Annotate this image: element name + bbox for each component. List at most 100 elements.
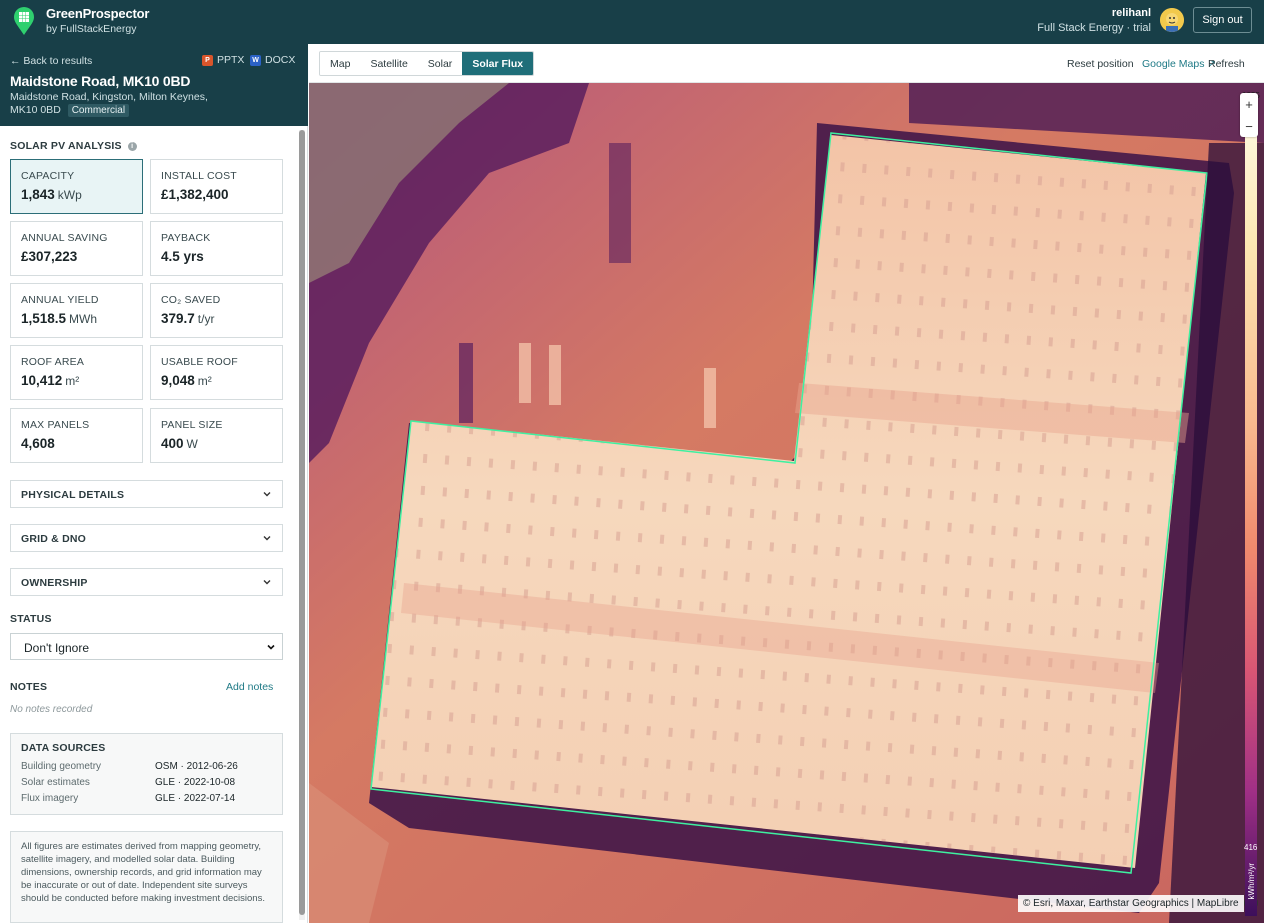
user-plan: Full Stack Energy · trial bbox=[1037, 22, 1151, 34]
tab-solar[interactable]: Solar bbox=[417, 52, 463, 75]
map-attribution: © Esri, Maxar, Earthstar Geographics | M… bbox=[1018, 895, 1244, 912]
zoom-in-button[interactable]: + bbox=[1240, 93, 1258, 115]
tab-map[interactable]: Map bbox=[320, 52, 361, 75]
accordion-ownership[interactable]: OWNERSHIP bbox=[10, 568, 283, 596]
flux-imagery[interactable] bbox=[309, 83, 1264, 923]
solar-flux-map[interactable]: © Esri, Maxar, Earthstar Geographics | M… bbox=[309, 83, 1264, 923]
status-label: STATUS bbox=[10, 613, 52, 625]
export-pptx-label: PPTX bbox=[217, 54, 245, 66]
user-info: relihanl Full Stack Energy · trial bbox=[1037, 7, 1151, 34]
metric-value: 10,412 m² bbox=[21, 373, 80, 388]
zoom-control: + − bbox=[1240, 93, 1258, 137]
metric-annual-yield[interactable]: ANNUAL YIELD 1,518.5 MWh bbox=[10, 283, 143, 338]
metric-value: 400 W bbox=[161, 436, 198, 451]
metric-value: 1,518.5 MWh bbox=[21, 311, 98, 326]
tab-solar-flux[interactable]: Solar Flux bbox=[462, 52, 534, 75]
site-header: ← Back to results P PPTX W DOCX Maidston… bbox=[0, 44, 308, 126]
metric-label: MAX PANELS bbox=[21, 419, 90, 431]
chevron-down-icon bbox=[267, 644, 275, 650]
user-name: relihanl bbox=[1111, 7, 1151, 19]
sign-out-button[interactable]: Sign out bbox=[1193, 7, 1252, 33]
metric-label: ROOF AREA bbox=[21, 356, 85, 368]
site-type-badge: Commercial bbox=[67, 104, 130, 117]
brand-tagline: by FullStackEnergy bbox=[46, 23, 137, 35]
metric-install-cost[interactable]: INSTALL COST £1,382,400 bbox=[150, 159, 283, 214]
analysis-heading: SOLAR PV ANALYSIS i bbox=[10, 140, 137, 152]
avatar-icon bbox=[1160, 8, 1184, 32]
avatar[interactable] bbox=[1160, 8, 1184, 32]
chevron-down-icon bbox=[263, 536, 271, 541]
metric-value: £307,223 bbox=[21, 249, 78, 264]
metric-value: £1,382,400 bbox=[161, 187, 229, 202]
analysis-heading-text: SOLAR PV ANALYSIS bbox=[10, 140, 122, 152]
notes-empty-text: No notes recorded bbox=[10, 704, 93, 715]
zoom-out-button[interactable]: − bbox=[1240, 115, 1258, 137]
brand-name: GreenProspector bbox=[46, 6, 150, 21]
flux-legend: 1035 416 kWh/m²/yr bbox=[1238, 88, 1264, 918]
add-notes-link[interactable]: Add notes bbox=[226, 681, 273, 693]
data-source-key: Flux imagery bbox=[21, 793, 79, 804]
accordion-label: GRID & DNO bbox=[21, 533, 86, 545]
reset-position-button[interactable]: Reset position bbox=[1067, 58, 1134, 70]
disclaimer-text: All figures are estimates derived from m… bbox=[10, 831, 283, 923]
data-source-value: GLE · 2022-07-14 bbox=[155, 793, 236, 804]
metric-label: CO₂ SAVED bbox=[161, 294, 221, 306]
metric-usable-roof[interactable]: USABLE ROOF 9,048 m² bbox=[150, 345, 283, 400]
metric-roof-area[interactable]: ROOF AREA 10,412 m² bbox=[10, 345, 143, 400]
legend-min-value: 416 bbox=[1244, 843, 1258, 852]
brand[interactable]: GreenProspector by FullStackEnergy bbox=[46, 6, 149, 35]
logo-icon bbox=[14, 7, 34, 35]
data-source-key: Building geometry bbox=[21, 761, 102, 772]
refresh-button[interactable]: Refresh bbox=[1208, 58, 1245, 70]
notes-label: NOTES bbox=[10, 681, 48, 693]
accordion-grid-dno[interactable]: GRID & DNO bbox=[10, 524, 283, 552]
data-source-key: Solar estimates bbox=[21, 777, 90, 788]
tab-satellite[interactable]: Satellite bbox=[360, 52, 418, 75]
legend-color-bar bbox=[1245, 96, 1257, 916]
data-source-value: GLE · 2022-10-08 bbox=[155, 777, 236, 788]
metric-capacity[interactable]: CAPACITY 1,843 kWp bbox=[10, 159, 143, 214]
pptx-icon: P bbox=[202, 54, 213, 66]
accordion-label: OWNERSHIP bbox=[21, 577, 88, 589]
metric-label: PAYBACK bbox=[161, 232, 211, 244]
top-bar: GreenProspector by FullStackEnergy relih… bbox=[0, 0, 1264, 44]
metric-value: 9,048 m² bbox=[161, 373, 212, 388]
site-address: Maidstone Road, Kingston, Milton Keynes,… bbox=[10, 91, 235, 117]
legend-unit: kWh/m²/yr bbox=[1247, 863, 1256, 900]
chevron-down-icon bbox=[263, 492, 271, 497]
metric-label: USABLE ROOF bbox=[161, 356, 238, 368]
metric-value: 4.5 yrs bbox=[161, 249, 204, 264]
data-sources-title: DATA SOURCES bbox=[21, 742, 106, 754]
map-toolbar: Map Satellite Solar Solar Flux Reset pos… bbox=[309, 44, 1264, 83]
export-docx-button[interactable]: W DOCX bbox=[250, 54, 295, 66]
chevron-down-icon bbox=[263, 580, 271, 585]
metric-label: PANEL SIZE bbox=[161, 419, 223, 431]
metric-label: ANNUAL YIELD bbox=[21, 294, 99, 306]
info-icon[interactable]: i bbox=[127, 142, 137, 151]
accordion-label: PHYSICAL DETAILS bbox=[21, 489, 125, 501]
export-pptx-button[interactable]: P PPTX bbox=[202, 54, 244, 66]
data-sources-box: DATA SOURCES Building geometry OSM · 201… bbox=[10, 733, 283, 815]
metric-panel-size[interactable]: PANEL SIZE 400 W bbox=[150, 408, 283, 463]
back-to-results-link[interactable]: ← Back to results bbox=[10, 55, 92, 67]
metric-value: 379.7 t/yr bbox=[161, 311, 215, 326]
page-title: Maidstone Road, MK10 0BD bbox=[10, 73, 191, 89]
metric-payback[interactable]: PAYBACK 4.5 yrs bbox=[150, 221, 283, 276]
status-value: Don't Ignore bbox=[24, 641, 89, 655]
scrollbar-thumb[interactable] bbox=[299, 130, 305, 915]
metric-max-panels[interactable]: MAX PANELS 4,608 bbox=[10, 408, 143, 463]
accordion-physical-details[interactable]: PHYSICAL DETAILS bbox=[10, 480, 283, 508]
export-docx-label: DOCX bbox=[265, 54, 296, 66]
metric-label: ANNUAL SAVING bbox=[21, 232, 108, 244]
map-layer-tabs: Map Satellite Solar Solar Flux bbox=[319, 51, 535, 76]
metric-value: 4,608 bbox=[21, 436, 55, 451]
metric-annual-saving[interactable]: ANNUAL SAVING £307,223 bbox=[10, 221, 143, 276]
docx-icon: W bbox=[250, 54, 261, 66]
metric-label: CAPACITY bbox=[21, 170, 75, 182]
data-source-value: OSM · 2012-06-26 bbox=[155, 761, 238, 772]
panel-scrollbar[interactable] bbox=[299, 130, 305, 920]
status-select[interactable]: Don't Ignore bbox=[10, 633, 283, 660]
metric-label: INSTALL COST bbox=[161, 170, 237, 182]
metric-co2-saved[interactable]: CO₂ SAVED 379.7 t/yr bbox=[150, 283, 283, 338]
google-maps-link[interactable]: Google Maps ↗ bbox=[1142, 58, 1216, 70]
